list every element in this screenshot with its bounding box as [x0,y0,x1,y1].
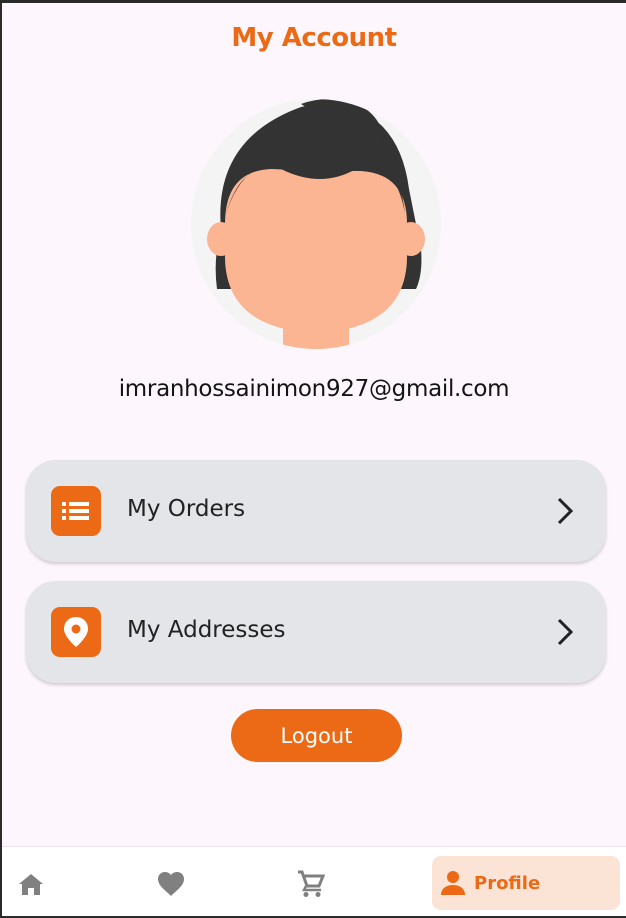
my-orders-button[interactable]: My Orders [26,460,606,562]
home-icon [19,874,43,895]
nav-cart[interactable] [288,859,334,909]
my-addresses-button[interactable]: My Addresses [26,581,606,683]
location-pin-icon [51,607,101,657]
person-avatar-icon [207,99,425,349]
my-orders-label: My Orders [127,496,246,522]
avatar[interactable] [191,99,441,349]
account-screen: My Account imranhossainimon927@gmail.com [2,3,626,916]
person-icon [441,871,465,895]
chevron-right-icon [557,497,574,525]
cart-icon [298,870,325,897]
my-addresses-label: My Addresses [127,617,286,643]
bottom-navigation: Profile [2,846,626,916]
nav-home[interactable] [8,859,54,909]
chevron-right-icon [557,618,574,646]
nav-profile-label: Profile [474,872,541,894]
heart-icon [158,872,184,896]
page-title: My Account [231,23,397,53]
nav-favorites[interactable] [148,859,194,909]
user-email: imranhossainimon927@gmail.com [118,376,510,402]
list-icon [51,486,101,536]
nav-profile[interactable]: Profile [432,856,620,910]
logout-button[interactable]: Logout [231,709,402,762]
